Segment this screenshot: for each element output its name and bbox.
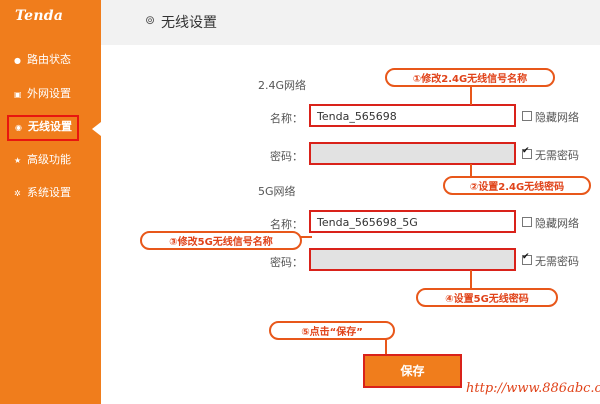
no-password-checkbox-5g[interactable] — [522, 252, 532, 265]
section-label-5g: 5G网络 — [258, 185, 296, 198]
sidebar-item-wireless-settings[interactable]: ◉ 无线设置 — [7, 115, 79, 141]
sidebar-item-label: 系统设置 — [27, 186, 71, 199]
sidebar-item-label: 高级功能 — [27, 153, 71, 166]
annotation-callout-3: ③修改5G无线信号名称 — [140, 231, 302, 250]
no-password-checkbox-2-4g[interactable] — [522, 146, 532, 159]
ssid-label-2-4g: 名称： — [270, 112, 303, 125]
wifi-icon: ◉ — [15, 123, 22, 132]
callout-connector — [470, 270, 472, 288]
globe-box-icon: ▣ — [14, 90, 22, 99]
page-title: 无线设置 — [161, 15, 217, 31]
password-input-2-4g[interactable] — [309, 142, 516, 165]
active-indicator-arrow — [92, 122, 101, 136]
no-password-label-5g: 无需密码 — [535, 255, 579, 268]
ssid-label-5g: 名称： — [270, 218, 303, 231]
annotation-callout-4: ④设置5G无线密码 — [416, 288, 558, 307]
save-button[interactable]: 保存 — [363, 354, 462, 388]
dot-icon: ● — [14, 56, 21, 65]
section-label-2-4g: 2.4G网络 — [258, 79, 307, 92]
tenda-logo: Tenda — [15, 8, 64, 24]
hide-network-label-2-4g: 隐藏网络 — [535, 111, 579, 124]
page-header: ⊚ 无线设置 — [101, 0, 600, 45]
password-input-5g[interactable] — [309, 248, 516, 271]
annotation-callout-2: ②设置2.4G无线密码 — [443, 176, 591, 195]
sidebar-item-advanced[interactable]: ★ 高级功能 — [14, 150, 71, 170]
watermark: http://www.886abc.com — [466, 381, 600, 396]
sidebar-item-label: 外网设置 — [27, 87, 71, 100]
sidebar-item-label: 路由状态 — [27, 53, 71, 66]
password-label-2-4g: 密码： — [270, 150, 303, 163]
annotation-callout-5: ⑤点击“保存” — [269, 321, 395, 340]
wifi-icon: ⊚ — [145, 13, 156, 27]
hide-network-label-5g: 隐藏网络 — [535, 217, 579, 230]
sidebar-item-router-status[interactable]: ● 路由状态 — [14, 50, 71, 70]
hide-network-checkbox-5g[interactable] — [522, 217, 532, 227]
callout-connector — [470, 164, 472, 176]
ssid-input-5g[interactable]: Tenda_565698_5G — [309, 210, 516, 233]
no-password-label-2-4g: 无需密码 — [535, 149, 579, 162]
callout-connector — [385, 339, 387, 354]
gear-icon: ✲ — [14, 189, 21, 198]
hide-network-checkbox-2-4g[interactable] — [522, 111, 532, 121]
sidebar-item-system[interactable]: ✲ 系统设置 — [14, 183, 71, 203]
ssid-input-2-4g[interactable]: Tenda_565698 — [309, 104, 516, 127]
sidebar-item-label: 无线设置 — [28, 120, 72, 133]
annotation-callout-1: ①修改2.4G无线信号名称 — [385, 68, 555, 87]
sidebar: Tenda ● 路由状态 ▣ 外网设置 ◉ 无线设置 ★ 高级功能 ✲ 系统设置 — [0, 0, 101, 404]
sidebar-item-wan-settings[interactable]: ▣ 外网设置 — [14, 84, 71, 104]
star-icon: ★ — [14, 156, 22, 165]
password-label-5g: 密码： — [270, 256, 303, 269]
